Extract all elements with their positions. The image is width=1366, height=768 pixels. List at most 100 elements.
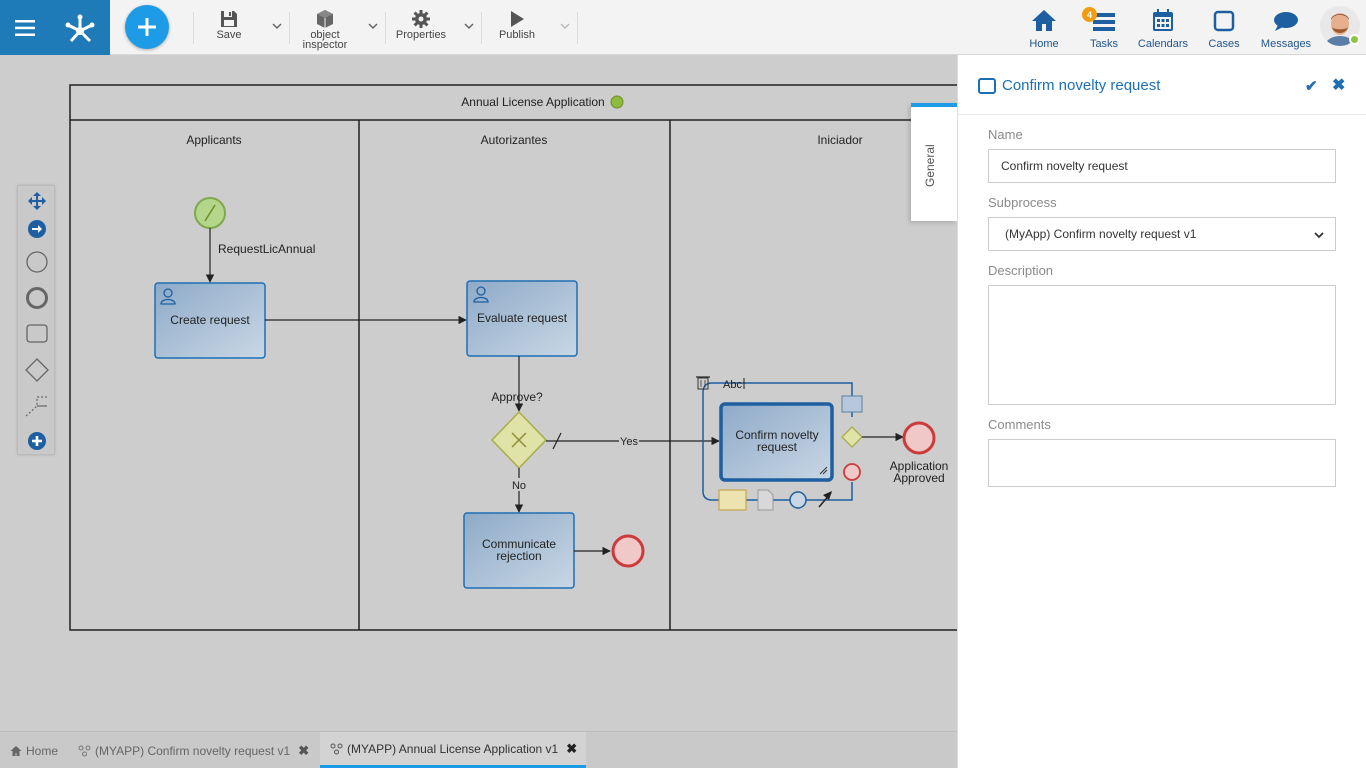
- exclusive-gateway[interactable]: [490, 410, 548, 470]
- flow-yes-label: Yes: [620, 436, 638, 448]
- palette-end-event[interactable]: [24, 285, 50, 311]
- tab-general[interactable]: General: [911, 103, 957, 221]
- save-button[interactable]: Save: [197, 8, 261, 52]
- bpmn-diagram[interactable]: Annual License Application Applicants Au…: [0, 55, 957, 731]
- task-communicate-rejection[interactable]: Communicate rejection: [463, 512, 575, 589]
- name-input[interactable]: [988, 149, 1336, 183]
- flow-no-label: No: [512, 480, 526, 492]
- pool-status-indicator: [610, 95, 624, 109]
- toolbar-separator: [385, 12, 386, 44]
- task-create-request[interactable]: Create request: [154, 282, 266, 359]
- task-evaluate-request[interactable]: Evaluate request: [466, 280, 578, 357]
- bottom-tab-bar: Home (MYAPP) Confirm novelty request v1 …: [0, 731, 957, 768]
- process-icon: [330, 743, 343, 754]
- nav-messages-label: Messages: [1260, 38, 1312, 50]
- palette-connect-tool[interactable]: [24, 216, 50, 242]
- circle-thin-icon: [26, 251, 48, 273]
- tab-home-label: Home: [26, 743, 59, 758]
- home-icon: [10, 745, 22, 756]
- nav-calendars-label: Calendars: [1137, 38, 1189, 50]
- inspector-dropdown-chevron-icon[interactable]: [367, 20, 379, 32]
- toolbar-separator: [481, 12, 482, 44]
- new-button[interactable]: [125, 5, 169, 49]
- palette-gateway[interactable]: [24, 357, 50, 383]
- properties-dropdown-chevron-icon[interactable]: [463, 20, 475, 32]
- menu-icon: [15, 19, 35, 36]
- toolbar-separator: [193, 12, 194, 44]
- start-event[interactable]: [194, 197, 226, 229]
- description-textarea[interactable]: [988, 285, 1336, 405]
- nav-home[interactable]: Home: [1024, 6, 1064, 50]
- properties-label: Properties: [395, 29, 447, 41]
- save-icon: [221, 11, 237, 27]
- diagram-canvas[interactable]: Annual License Application Applicants Au…: [0, 55, 957, 731]
- quick-add-end-event[interactable]: [843, 463, 861, 481]
- tab-general-label: General: [923, 144, 937, 187]
- tab-home[interactable]: Home: [10, 732, 58, 768]
- move-arrows-icon: [28, 192, 46, 210]
- delete-trash-icon[interactable]: [696, 376, 710, 390]
- nav-calendars[interactable]: Calendars: [1135, 6, 1191, 50]
- quick-add-intermediate-event[interactable]: [789, 491, 807, 509]
- lane-applicants-title[interactable]: Applicants: [186, 133, 241, 147]
- save-dropdown-chevron-icon[interactable]: [271, 20, 283, 32]
- name-label: Name: [988, 127, 1023, 142]
- nav-messages[interactable]: Messages: [1258, 6, 1314, 50]
- play-icon: [511, 11, 524, 27]
- properties-button[interactable]: Properties: [389, 8, 453, 52]
- lane-autorizantes-title[interactable]: Autorizantes: [481, 133, 548, 147]
- connector-line-icon: [25, 396, 47, 417]
- home-icon: [1032, 10, 1056, 31]
- nav-home-label: Home: [1029, 38, 1059, 50]
- quick-add-task[interactable]: [841, 395, 863, 413]
- diamond-icon: [25, 358, 49, 382]
- chevron-down-icon: [1314, 232, 1324, 239]
- palette-move-tool[interactable]: [24, 188, 50, 214]
- close-tab-icon[interactable]: ✖: [298, 743, 309, 759]
- task-communicate-label-line2: rejection: [496, 549, 541, 563]
- palette-start-event[interactable]: [24, 249, 50, 275]
- panel-title: Confirm novelty request: [978, 77, 1160, 94]
- tab-annual-license-process[interactable]: (MYAPP) Annual License Application v1 ✖: [320, 732, 586, 768]
- text-annotation-tool[interactable]: Abc: [723, 379, 742, 391]
- quick-add-gateway[interactable]: [841, 426, 863, 448]
- nav-cases[interactable]: Cases: [1204, 6, 1244, 50]
- end-approved-label-line2: Approved: [893, 471, 944, 485]
- tab-annual-license-label: (MYAPP) Annual License Application v1: [347, 741, 559, 756]
- lane-iniciador-title[interactable]: Iniciador: [817, 133, 862, 147]
- object-inspector-button[interactable]: object inspector: [293, 8, 357, 52]
- task-confirm-label-line2: request: [757, 440, 798, 454]
- panel-header: Confirm novelty request ✔ ✖: [958, 55, 1366, 115]
- palette-task[interactable]: [24, 321, 50, 347]
- description-label: Description: [988, 263, 1054, 278]
- nav-tasks[interactable]: 4 Tasks: [1082, 6, 1124, 50]
- toolbar-separator: [577, 12, 578, 44]
- hamburger-menu-button[interactable]: [0, 0, 50, 55]
- nav-cases-label: Cases: [1208, 38, 1240, 50]
- palette-more[interactable]: [24, 428, 50, 454]
- quick-connect-arrow-icon[interactable]: [818, 491, 832, 508]
- close-tab-icon[interactable]: ✖: [566, 741, 577, 757]
- publish-button[interactable]: Publish: [485, 8, 549, 52]
- close-icon[interactable]: ✖: [1332, 75, 1345, 95]
- task-evaluate-label: Evaluate request: [477, 311, 568, 325]
- end-event-rejected[interactable]: [611, 534, 645, 568]
- quick-add-data-object[interactable]: [757, 489, 774, 511]
- publish-dropdown-chevron-icon[interactable]: [559, 20, 571, 32]
- comments-textarea[interactable]: [988, 439, 1336, 487]
- quick-add-annotation[interactable]: [718, 489, 747, 511]
- save-label: Save: [216, 29, 242, 41]
- inspector-label-line2: inspector: [302, 39, 348, 51]
- plus-icon: [138, 18, 156, 36]
- cube-icon: [317, 10, 333, 28]
- tab-confirm-novelty-process[interactable]: (MYAPP) Confirm novelty request v1 ✖: [78, 732, 309, 768]
- confirm-check-icon[interactable]: ✔: [1305, 77, 1318, 95]
- subprocess-select[interactable]: (MyApp) Confirm novelty request v1: [988, 217, 1336, 251]
- app-logo[interactable]: [50, 0, 110, 55]
- palette-connector[interactable]: [24, 393, 50, 419]
- end-event-approved[interactable]: [902, 421, 936, 455]
- shape-palette: [17, 185, 55, 455]
- task-create-label: Create request: [170, 313, 250, 327]
- gateway-label: Approve?: [491, 390, 543, 404]
- task-confirm-novelty-request[interactable]: Confirm novelty request: [719, 402, 834, 482]
